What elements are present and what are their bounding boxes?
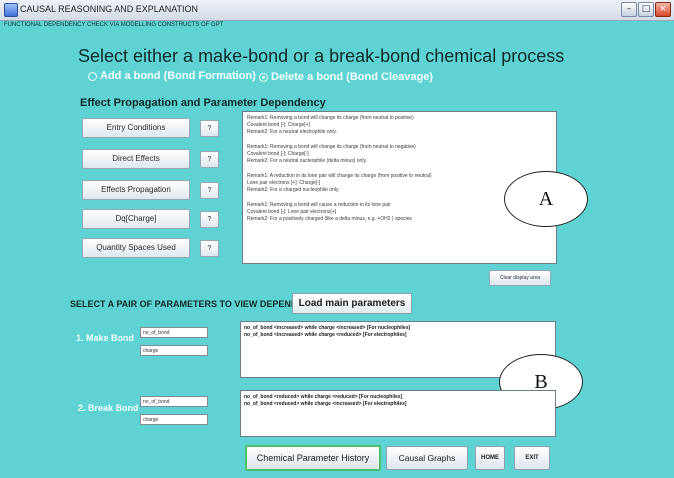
display-line: Remark1: Removing a bond will change its…: [247, 144, 416, 150]
radio-add-label: Add a bond (Bond Formation): [100, 70, 256, 82]
clear-display-button[interactable]: Clear display area: [489, 270, 551, 286]
annotation-a-label: A: [504, 171, 588, 227]
radio-delete-label: Delete a bond (Bond Cleavage): [271, 71, 433, 83]
causal-graphs-button[interactable]: Causal Graphs: [386, 446, 468, 470]
radio-add-indicator: [88, 71, 97, 81]
make-bond-param1-field[interactable]: no_of_bond: [140, 327, 208, 338]
window-subtitle: FUNCTIONAL DEPENDENCY CHECK VIA MODELLIN…: [4, 22, 224, 28]
display-line: Remark1: A reduction in its lone pair wi…: [247, 173, 432, 179]
window-title: CAUSAL REASONING AND EXPLANATION: [20, 4, 199, 14]
radio-add-bond[interactable]: Add a bond (Bond Formation): [88, 70, 256, 82]
break-bond-param1-field[interactable]: no_of_bond: [140, 396, 208, 407]
display-line: Lone pair electrons [+]: Charge[-]: [247, 180, 321, 186]
page-heading: Select either a make-bond or a break-bon…: [78, 46, 565, 66]
make-bond-param2-field[interactable]: charge: [140, 345, 208, 356]
entry-conditions-help-button[interactable]: ?: [200, 120, 219, 137]
subtitle-bar: FUNCTIONAL DEPENDENCY CHECK VIA MODELLIN…: [0, 21, 674, 33]
app-icon: [4, 3, 18, 17]
effects-propagation-help-button[interactable]: ?: [200, 182, 219, 199]
radio-delete-bond[interactable]: Delete a bond (Bond Cleavage): [259, 71, 433, 83]
application-window: CAUSAL REASONING AND EXPLANATION – □ × F…: [0, 0, 674, 478]
effects-propagation-button[interactable]: Effects Propagation: [82, 180, 190, 200]
direct-effects-help-button[interactable]: ?: [200, 151, 219, 168]
display-line: Remark1: Removing a bond will change its…: [247, 115, 414, 121]
dq-charge-button[interactable]: Dq[Charge]: [82, 209, 190, 229]
load-main-parameters-button[interactable]: Load main parameters: [292, 293, 412, 314]
effect-section-heading: Effect Propagation and Parameter Depende…: [80, 97, 326, 109]
break-bond-param2-field[interactable]: charge: [140, 414, 208, 425]
quantity-spaces-help-button[interactable]: ?: [200, 240, 219, 257]
break-bond-dependency-box[interactable]: no_of_bond <reduced> while charge <reduc…: [240, 390, 556, 437]
direct-effects-button[interactable]: Direct Effects: [82, 149, 190, 169]
display-line: Covalent bond [-]: Charge[-]: [247, 151, 309, 157]
home-button[interactable]: HOME: [475, 446, 505, 470]
display-line: Remark2: For a charged nucleophile only.: [247, 187, 340, 193]
make-bond-label: 1. Make Bond: [76, 333, 135, 343]
display-line: Remark2: For a neutral electrophile only…: [247, 129, 337, 135]
dependency-line: no_of_bond <increased> while charge <red…: [244, 332, 407, 338]
close-button[interactable]: ×: [655, 2, 671, 17]
quantity-spaces-button[interactable]: Quantity Spaces Used: [82, 238, 190, 258]
display-line: Covalent bond [-]: Lone pair electrons[+…: [247, 209, 337, 215]
display-line: Remark1: Removing a bond will cause a re…: [247, 202, 391, 208]
maximize-button[interactable]: □: [638, 2, 654, 17]
radio-delete-indicator: [259, 72, 268, 82]
title-bar: CAUSAL REASONING AND EXPLANATION – □ ×: [0, 0, 674, 21]
break-bond-label: 2. Break Bond: [78, 403, 139, 413]
pair-section-heading: SELECT A PAIR OF PARAMETERS TO VIEW DEPE…: [70, 299, 323, 309]
dq-charge-help-button[interactable]: ?: [200, 211, 219, 228]
exit-button[interactable]: EXIT: [514, 446, 550, 470]
display-line: Remark2: For a neutral nucleophile (delt…: [247, 158, 367, 164]
dependency-line: no_of_bond <reduced> while charge <reduc…: [244, 394, 403, 400]
window-controls: – □ ×: [621, 2, 671, 17]
dependency-line: no_of_bond <increased> while charge <inc…: [244, 325, 411, 331]
display-line: Remark2: For a positively charged (like …: [247, 216, 412, 222]
entry-conditions-button[interactable]: Entry Conditions: [82, 118, 190, 138]
chemical-parameter-history-button[interactable]: Chemical Parameter History: [245, 445, 381, 471]
dependency-line: no_of_bond <reduced> while charge <incre…: [244, 401, 407, 407]
minimize-button[interactable]: –: [621, 2, 637, 17]
display-line: Covalent bond [-]: Charge[+]: [247, 122, 310, 128]
